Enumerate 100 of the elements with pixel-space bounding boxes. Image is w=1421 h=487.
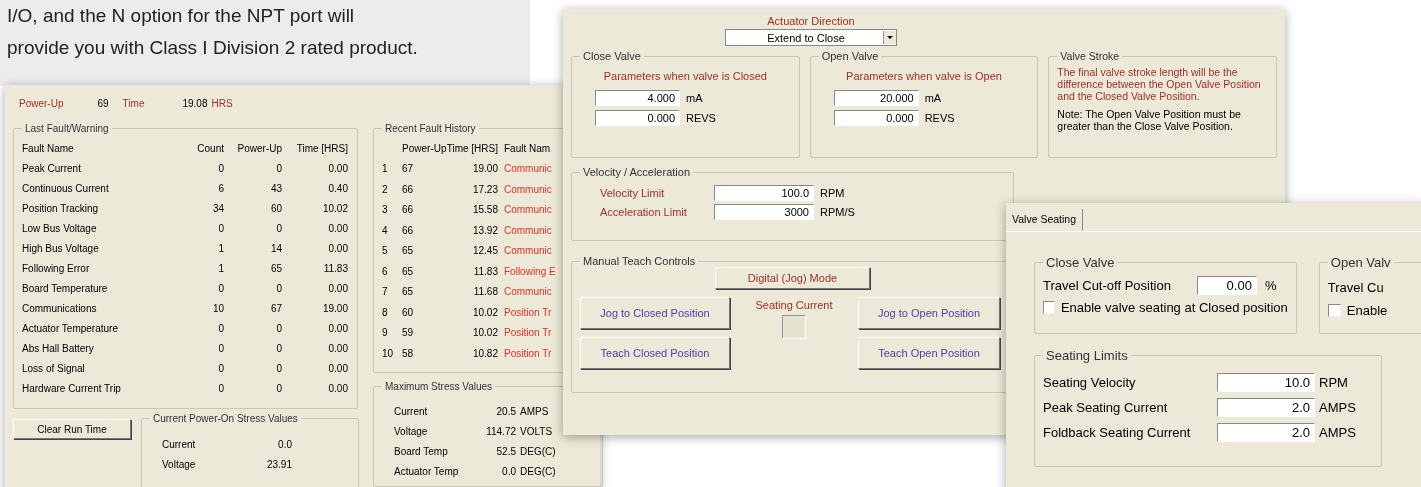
- group-title: Current Power-On Stress Values: [152, 413, 299, 424]
- input-field[interactable]: 100.0: [714, 185, 814, 201]
- table-cell-text: 10.02: [471, 306, 499, 318]
- field-label: Foldback Seating Current: [1043, 425, 1192, 440]
- group-title: Close Valve: [582, 50, 642, 62]
- clear-run-time-button[interactable]: Clear Run Time: [13, 419, 131, 439]
- valve-seating-tab[interactable]: Valve Seating: [1006, 209, 1083, 231]
- intro-text: provide you with Class I Division 2 rated product.: [7, 36, 419, 60]
- jog-mode-button[interactable]: Digital (Jog) Mode: [715, 267, 870, 289]
- table-cell-text: Board Temperature: [22, 282, 109, 294]
- table-cell-text: 7: [382, 286, 389, 298]
- input-field[interactable]: 0.00: [1196, 276, 1257, 295]
- unit-label: AMPS: [1319, 425, 1357, 440]
- table-cell-text: 0.00: [327, 322, 348, 334]
- jog-open-button[interactable]: Jog to Open Position: [858, 297, 1000, 329]
- group-title: Velocity / Acceleration: [582, 166, 691, 178]
- table-cell-text: 6: [217, 182, 224, 194]
- checkbox[interactable]: [1043, 301, 1055, 314]
- table-cell-text: 65: [269, 262, 282, 274]
- column-header: Fault Nam: [504, 142, 552, 154]
- table-cell-text: 10.82: [471, 347, 499, 359]
- table-cell-text: DEG(C): [520, 446, 557, 457]
- table-cell-text: 10.02: [321, 202, 348, 214]
- direction-dropdown[interactable]: Extend to Close: [725, 29, 897, 46]
- checkbox-label: Enable valve seating at Closed position: [1060, 300, 1288, 315]
- table-cell-text: 0: [217, 382, 224, 394]
- input-field[interactable]: 2.0: [1217, 398, 1315, 417]
- input-field[interactable]: 10.0: [1217, 373, 1315, 392]
- input-field[interactable]: 0.000: [595, 110, 680, 126]
- table-cell-text: 0: [217, 362, 224, 374]
- unit-label: mA: [924, 92, 942, 104]
- table-cell-text: 65: [402, 286, 415, 298]
- field-label: Acceleration Limit: [600, 206, 688, 218]
- table-cell-text: 4: [382, 224, 389, 236]
- table-cell-text: 0: [217, 162, 224, 174]
- table-cell-text: 0: [275, 342, 282, 354]
- table-cell-text: 52.5: [495, 446, 516, 457]
- table-cell-text: Voltage: [394, 426, 429, 437]
- table-cell-text: 0.00: [327, 162, 348, 174]
- table-cell-text: 19.00: [471, 163, 499, 175]
- unit-label: REVS: [686, 112, 716, 124]
- table-cell-text: 0.0: [501, 466, 516, 477]
- table-cell-text: High Bus Voltage: [22, 242, 100, 254]
- table-cell-text: Position Tr: [504, 347, 553, 359]
- group-title: Maximum Stress Values: [384, 380, 494, 392]
- table-cell-text: 2: [382, 183, 389, 195]
- table-cell-text: 3: [382, 204, 389, 216]
- table-cell-text: Voltage: [162, 458, 197, 470]
- group-title: Last Fault/Warning: [24, 123, 110, 134]
- table-cell-text: Position Tr: [504, 306, 553, 318]
- table-cell-text: 34: [211, 202, 224, 214]
- table-cell-text: 0.00: [327, 342, 348, 354]
- table-cell-text: 0: [275, 282, 282, 294]
- table-cell-text: 0: [275, 362, 282, 374]
- teach-closed-button[interactable]: Teach Closed Position: [580, 337, 730, 369]
- table-cell-text: 67: [402, 163, 415, 175]
- table-cell-text: 0: [217, 322, 224, 334]
- table-cell-text: 66: [402, 183, 415, 195]
- input-field[interactable]: 4.000: [595, 90, 680, 106]
- field-label: Power-Up: [19, 97, 64, 109]
- table-cell-text: 11.83: [322, 262, 348, 274]
- table-cell-text: 66: [402, 204, 415, 216]
- table-cell-text: 1: [382, 163, 389, 175]
- table-cell-text: 0: [217, 282, 224, 294]
- field-label: Seating Velocity: [1043, 375, 1137, 390]
- table-cell-text: VOLTS: [520, 426, 554, 437]
- table-cell-text: 23.91: [265, 458, 292, 470]
- section-subtitle: Parameters when valve is Closed: [603, 70, 767, 82]
- column-header: Fault Name: [22, 142, 75, 154]
- input-field[interactable]: 0.000: [833, 110, 919, 126]
- input-field[interactable]: 20.000: [833, 90, 919, 106]
- table-cell-text: 0.00: [327, 242, 348, 254]
- unit-label: RPM: [820, 187, 846, 199]
- column-header: Power-Up: [236, 142, 282, 154]
- table-cell-text: Position Tr: [504, 327, 553, 339]
- table-cell-text: Communic: [504, 183, 553, 195]
- table-cell-text: 0.00: [327, 222, 348, 234]
- input-field[interactable]: 3000: [714, 204, 814, 220]
- unit-label: RPM/S: [820, 206, 856, 218]
- table-cell-text: 10: [211, 302, 224, 314]
- table-cell-text: Communic: [504, 286, 553, 298]
- table-cell-text: 43: [269, 182, 282, 194]
- column-header: Count: [196, 142, 224, 154]
- table-cell-text: 65: [402, 265, 415, 277]
- field-value: 19.08: [182, 97, 208, 109]
- teach-open-button[interactable]: Teach Open Position: [858, 337, 1000, 369]
- table-cell-text: Communications: [22, 302, 98, 314]
- table-cell-text: 11.68: [472, 286, 499, 298]
- jog-closed-button[interactable]: Jog to Closed Position: [580, 297, 730, 329]
- table-cell-text: Position Tracking: [22, 202, 100, 214]
- table-cell-text: Board Temp: [394, 446, 449, 457]
- stroke-description: The final valve stroke length will be the difference between the Open Valve Position and the Closed Valve Position.: [1057, 66, 1262, 102]
- unit-label: AMPS: [1319, 400, 1357, 415]
- checkbox[interactable]: [1327, 304, 1341, 317]
- table-cell-text: DEG(C): [520, 466, 557, 477]
- input-field[interactable]: 2.0: [1217, 423, 1315, 442]
- field-label: Travel Cu: [1327, 279, 1384, 295]
- table-cell-text: 0.00: [327, 362, 348, 374]
- table-cell-text: Following E: [504, 265, 557, 277]
- field-label: Peak Seating Current: [1043, 400, 1169, 415]
